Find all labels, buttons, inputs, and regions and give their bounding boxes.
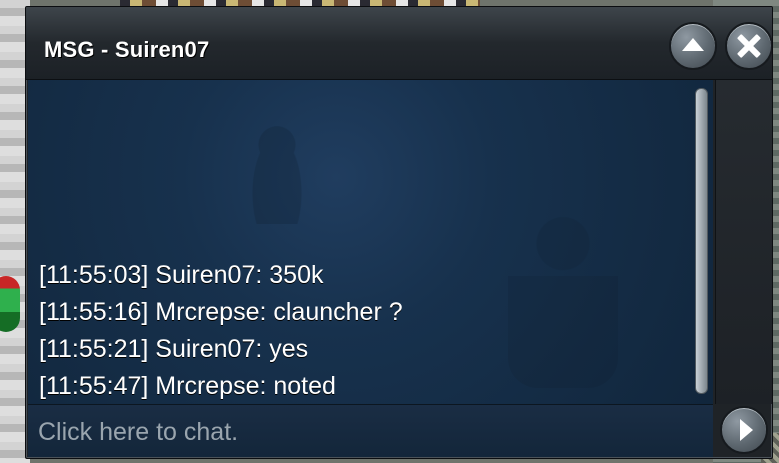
background-watermark-left <box>242 114 312 224</box>
message-line: [11:55:47] Mrcrepse: noted <box>39 372 336 400</box>
up-arrow-icon <box>682 37 704 51</box>
close-icon <box>735 32 763 60</box>
message-line: [11:55:16] Mrcrepse: clauncher ? <box>39 298 403 326</box>
close-button[interactable] <box>725 22 772 70</box>
message-line: [11:55:21] Suiren07: yes <box>39 335 309 363</box>
minimize-button[interactable] <box>669 22 717 70</box>
background-creature <box>0 276 20 332</box>
send-button[interactable] <box>720 406 768 454</box>
right-arrow-icon <box>739 419 753 441</box>
private-message-window[interactable]: MSG - Suiren07 [11:55:03] Suiren07: 350k… <box>25 6 773 459</box>
message-scrollbar[interactable] <box>694 80 711 404</box>
message-list: [11:55:03] Suiren07: 350k [11:55:16] Mrc… <box>39 257 679 404</box>
window-title: MSG - Suiren07 <box>44 37 210 62</box>
message-panel[interactable]: [11:55:03] Suiren07: 350k [11:55:16] Mrc… <box>28 80 713 404</box>
scrollbar-thumb[interactable] <box>695 88 708 394</box>
chat-input-bar[interactable] <box>28 404 713 457</box>
chat-input[interactable] <box>36 411 700 453</box>
message-line: [11:55:03] Suiren07: 350k <box>39 261 324 289</box>
window-side-panel <box>715 80 772 404</box>
title-bar[interactable]: MSG - Suiren07 <box>26 7 772 80</box>
